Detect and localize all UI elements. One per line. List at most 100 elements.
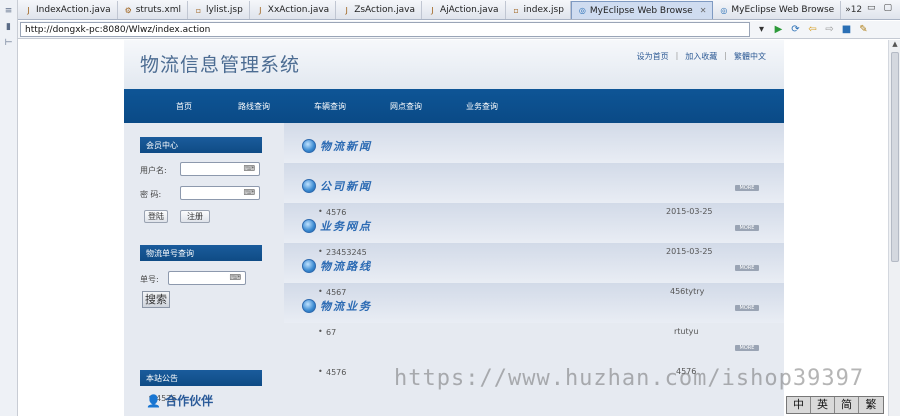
news-item[interactable]: 4576: [326, 368, 346, 377]
ime-traditional-button[interactable]: 繁: [859, 397, 883, 413]
globe-icon: [302, 139, 316, 153]
news-item[interactable]: 67: [326, 328, 336, 337]
tab-index-jsp[interactable]: ▫ index.jsp: [506, 1, 571, 19]
tracking-number-label: 单号:: [140, 275, 159, 284]
close-icon[interactable]: ✕: [700, 6, 707, 15]
nav-route-query[interactable]: 路线查询: [238, 101, 270, 112]
tab-zsaction[interactable]: J ZsAction.java: [336, 1, 422, 19]
tab-web-browser[interactable]: ◎ MyEclipse Web Browse: [713, 1, 842, 19]
forward-icon[interactable]: ⇨: [824, 24, 835, 35]
bullet: •: [318, 287, 323, 296]
window-controls: ▭ ▢: [867, 3, 900, 17]
site-title: 物流信息管理系统: [140, 54, 301, 76]
tab-lylist[interactable]: ▫ lylist.jsp: [188, 1, 250, 19]
notice-title: 本站公告: [140, 370, 262, 386]
traditional-chinese-link[interactable]: 繁體中文: [734, 51, 766, 62]
top-links: 设为首页 | 加入收藏 | 繁體中文: [637, 51, 766, 62]
bullet: •: [318, 247, 323, 256]
globe-icon: ◎: [720, 5, 728, 15]
add-favorite-link[interactable]: 加入收藏: [685, 51, 717, 62]
refresh-icon[interactable]: ⟳: [790, 24, 801, 35]
ime-toolbar: 中 英 简 繁: [786, 396, 884, 414]
username-input[interactable]: ⌨: [180, 162, 260, 176]
section-logistics-business[interactable]: 物流业务: [302, 298, 372, 314]
more-button[interactable]: MORE: [735, 265, 759, 271]
more-button[interactable]: MORE: [735, 305, 759, 311]
section-company-news[interactable]: 公司新闻: [302, 178, 372, 194]
more-button[interactable]: MORE: [735, 345, 759, 351]
ime-simplified-button[interactable]: 简: [835, 397, 859, 413]
globe-icon: [302, 259, 316, 273]
scroll-up-icon[interactable]: ▲: [889, 40, 900, 50]
browser-url-bar: ▾ ▶ ⟳ ⇦ ⇨ ■ ✎: [18, 21, 900, 39]
nav-vehicle-query[interactable]: 车辆查询: [314, 101, 346, 112]
main-nav: 首页 路线查询 车辆查询 网点查询 业务查询: [124, 89, 784, 123]
tab-web-browser-active[interactable]: ◎ MyEclipse Web Browse ✕: [570, 1, 714, 19]
register-button[interactable]: 注册: [180, 210, 210, 223]
tab-struts-xml[interactable]: ⚙ struts.xml: [118, 1, 188, 19]
keyboard-icon[interactable]: ⌨: [243, 164, 255, 173]
java-file-icon: J: [345, 5, 348, 15]
go-icon[interactable]: ▶: [773, 24, 784, 35]
news-date: 2015-03-25: [666, 247, 713, 256]
dropdown-icon[interactable]: ▾: [756, 24, 767, 35]
package-explorer-icon[interactable]: ▮: [4, 22, 14, 32]
section-business-outlets[interactable]: 业务网点: [302, 218, 372, 234]
minimize-icon[interactable]: ▭: [867, 3, 876, 13]
divider: |: [675, 51, 679, 60]
tab-indexaction[interactable]: J IndexAction.java: [18, 1, 118, 19]
login-button[interactable]: 登陆: [144, 210, 168, 223]
hierarchy-icon[interactable]: ⊢: [4, 38, 14, 48]
stop-icon[interactable]: ■: [841, 24, 852, 35]
java-file-icon: J: [27, 5, 30, 15]
browser-viewport: 物流信息管理系统 设为首页 | 加入收藏 | 繁體中文 首页 路线查询 车辆查询…: [18, 40, 888, 416]
globe-icon: ◎: [578, 6, 586, 15]
nav-outlet-query[interactable]: 网点查询: [390, 101, 422, 112]
more-button[interactable]: MORE: [735, 185, 759, 191]
maximize-icon[interactable]: ▢: [883, 3, 892, 13]
jsp-file-icon: ▫: [195, 5, 202, 15]
search-button[interactable]: 搜索: [142, 291, 170, 308]
tab-overflow-button[interactable]: »12: [845, 5, 862, 15]
bullet: •: [318, 327, 323, 336]
password-input[interactable]: ⌨: [180, 186, 260, 200]
url-input[interactable]: [20, 22, 750, 37]
globe-icon: [302, 299, 316, 313]
news-item[interactable]: 4567: [326, 288, 346, 297]
keyboard-icon[interactable]: ⌨: [243, 188, 255, 197]
nav-home[interactable]: 首页: [176, 101, 192, 112]
web-page: 物流信息管理系统 设为首页 | 加入收藏 | 繁體中文 首页 路线查询 车辆查询…: [124, 40, 784, 416]
member-center-title: 会员中心: [140, 137, 262, 153]
tracking-title: 物流单号查询: [140, 245, 262, 261]
partner-icon: 👤: [146, 394, 166, 408]
vertical-scrollbar[interactable]: ▲: [888, 40, 900, 416]
partner-heading: 👤 合作伙伴: [146, 394, 214, 408]
username-label: 用户名:: [140, 166, 167, 175]
tab-xxaction[interactable]: J XxAction.java: [250, 1, 337, 19]
tracking-number-input[interactable]: ⌨: [168, 271, 246, 285]
scroll-thumb[interactable]: [891, 52, 899, 262]
java-file-icon: J: [431, 5, 434, 15]
ime-chinese-button[interactable]: 中: [787, 397, 811, 413]
section-logistics-news[interactable]: 物流新闻: [302, 138, 372, 154]
editor-tab-bar: J IndexAction.java ⚙ struts.xml ▫ lylist.js…: [18, 0, 900, 20]
bookmark-icon[interactable]: ✎: [858, 24, 869, 35]
keyboard-icon[interactable]: ⌨: [229, 273, 241, 282]
divider: |: [724, 51, 727, 60]
globe-icon: [302, 179, 316, 193]
bullet: •: [318, 367, 323, 376]
news-date: 2015-03-25: [666, 207, 713, 216]
news-date: rtutyu: [674, 327, 699, 336]
news-item[interactable]: 4576: [326, 208, 346, 217]
back-icon[interactable]: ⇦: [807, 24, 818, 35]
more-button[interactable]: MORE: [735, 225, 759, 231]
tab-ajaction[interactable]: J AjAction.java: [422, 1, 506, 19]
ime-english-button[interactable]: 英: [811, 397, 835, 413]
section-logistics-routes[interactable]: 物流路线: [302, 258, 372, 274]
java-file-icon: J: [259, 5, 262, 15]
nav-business-query[interactable]: 业务查询: [466, 101, 498, 112]
news-item[interactable]: 23453245: [326, 248, 367, 257]
ide-left-toolbar: ≡ ▮ ⊢: [0, 0, 18, 416]
set-homepage-link[interactable]: 设为首页: [637, 51, 669, 62]
outline-icon[interactable]: ≡: [4, 6, 14, 16]
